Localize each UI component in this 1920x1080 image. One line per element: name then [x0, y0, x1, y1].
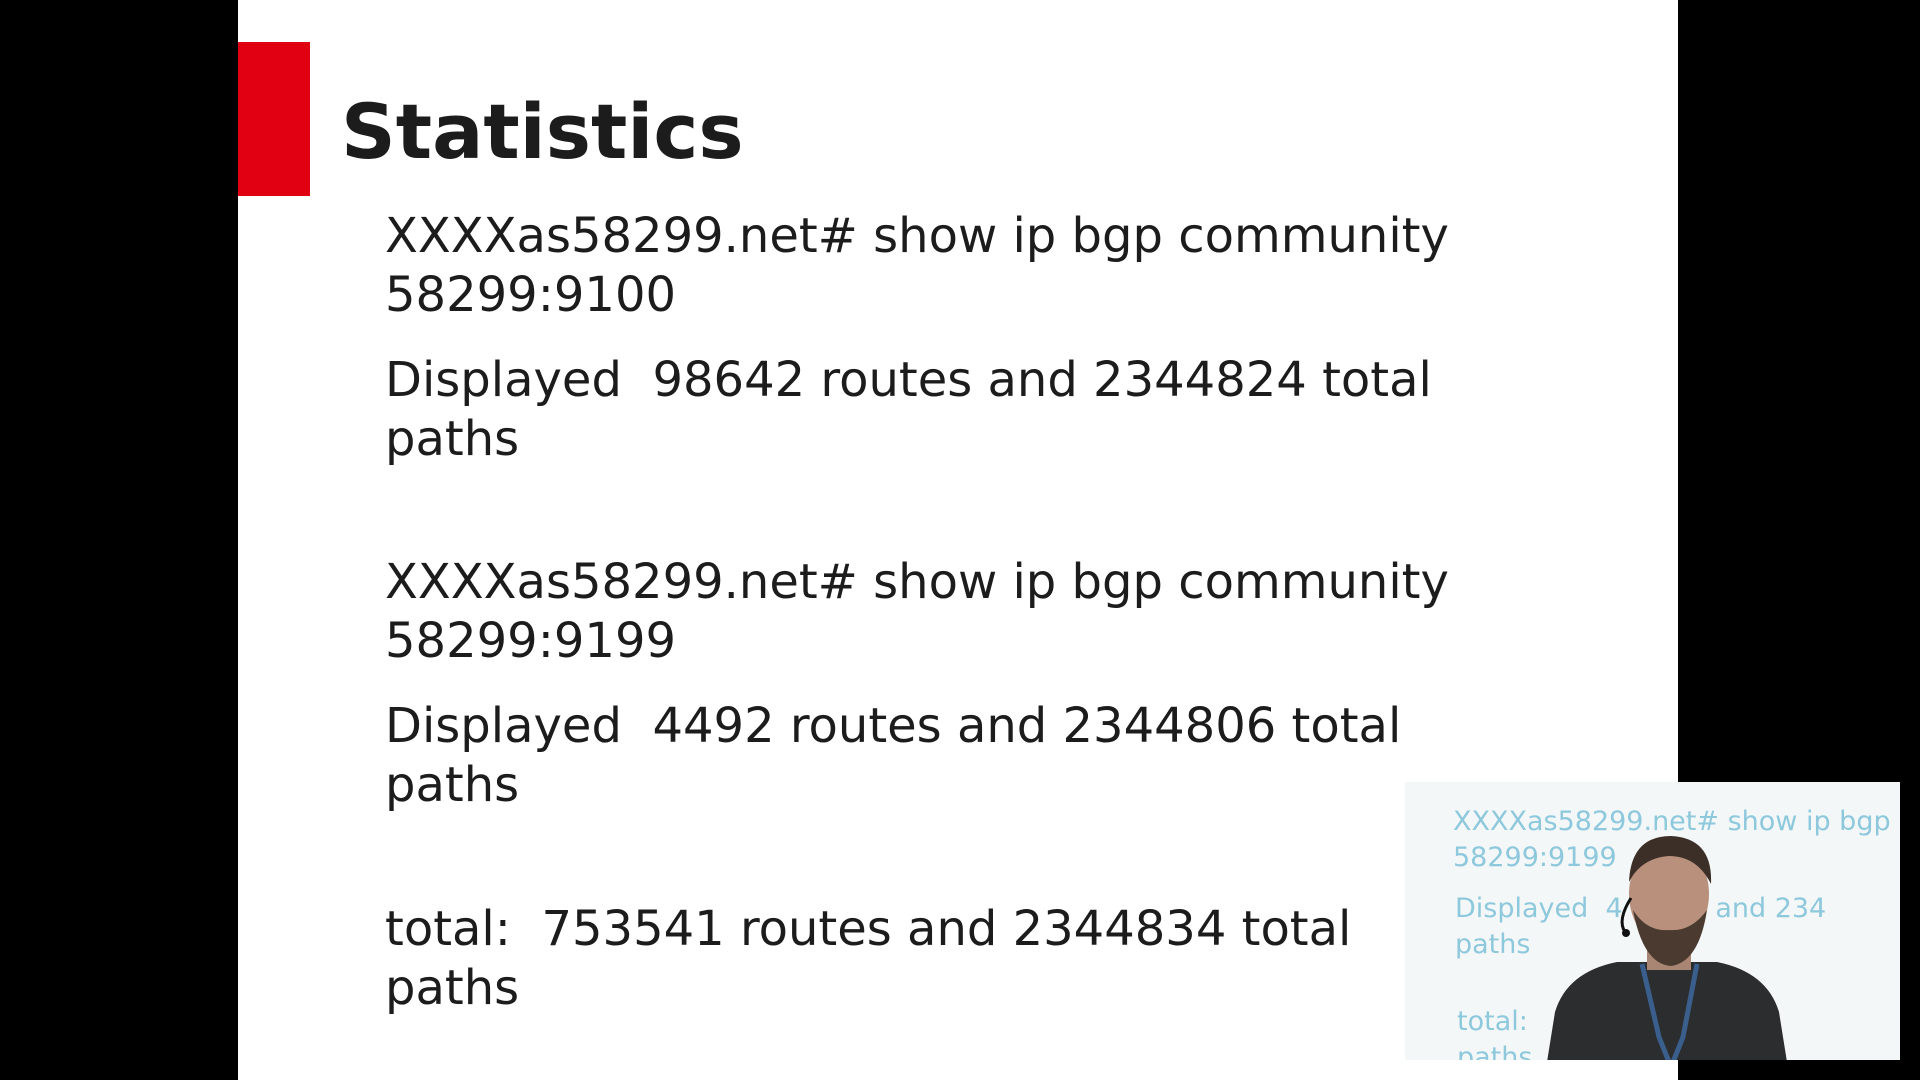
result-line-9199: Displayed 4492 routes and 2344806 total … [385, 698, 1402, 813]
command-line-9199: XXXXas58299.net# show ip bgp community 5… [385, 554, 1449, 669]
slide-title: Statistics [341, 87, 744, 176]
command-line-9100: XXXXas58299.net# show ip bgp community 5… [385, 208, 1449, 323]
presenter-video-inset: XXXXas58299.net# show ip bgp 58299:9199 … [1405, 782, 1900, 1060]
title-accent-bar [238, 42, 310, 196]
result-line-9100: Displayed 98642 routes and 2344824 total… [385, 352, 1432, 467]
total-line: total: 753541 routes and 2344834 total p… [385, 901, 1352, 1016]
video-frame: Statistics XXXXas58299.net# show ip bgp … [0, 0, 1920, 1080]
presenter-video-icon [1547, 836, 1787, 1060]
